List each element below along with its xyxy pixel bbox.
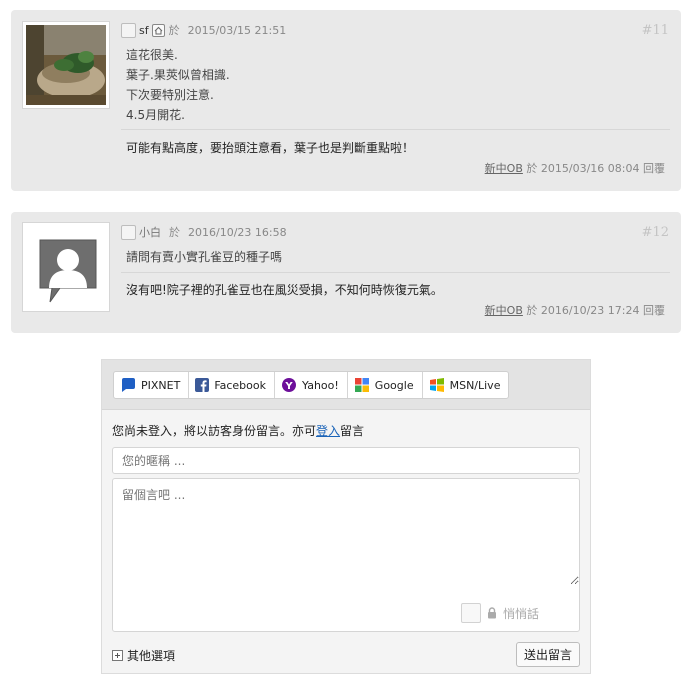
comment-body: 這花很美. 葉子.果莢似曾相識. 下次要特別注意. 4.5月開花. (126, 45, 230, 125)
lock-icon (487, 607, 497, 619)
reply-meta: 新中OB 於 2016/10/23 17:24 回覆 (485, 302, 665, 318)
message-textarea[interactable] (113, 479, 579, 585)
google-icon (354, 377, 370, 393)
comment-number[interactable]: #11 (642, 23, 669, 38)
plant-photo-image (26, 25, 106, 105)
reply-text: 沒有吧!院子裡的孔雀豆也在風災受損，不知何時恢復元氣。 (126, 283, 443, 297)
comment-12: 小白 於 2016/10/23 16:58 #12 請問有賣小實孔雀豆的種子嗎 … (11, 212, 681, 333)
tab-label: Google (374, 378, 414, 392)
login-providers: PIXNET Facebook Y Yahoo! Google MSN/Live (113, 371, 510, 399)
nickname-input[interactable] (112, 447, 580, 474)
preposition: 於 (169, 226, 180, 239)
home-icon[interactable] (151, 23, 165, 37)
login-link[interactable]: 登入 (316, 424, 340, 438)
yahoo-icon: Y (281, 377, 297, 393)
divider (121, 129, 670, 130)
tab-msn[interactable]: MSN/Live (423, 372, 509, 398)
svg-text:Y: Y (284, 381, 293, 392)
login-note-suffix: 留言 (340, 424, 365, 438)
tab-yahoo[interactable]: Y Yahoo! (275, 372, 348, 398)
comment-line: 下次要特別注意. (126, 88, 214, 102)
comment-meta: 小白 於 2016/10/23 16:58 (121, 224, 287, 240)
comment-11: sf 於 2015/03/15 21:51 #11 這花很美. 葉子.果莢似曾相… (11, 10, 681, 191)
comment-meta: sf 於 2015/03/15 21:51 (121, 22, 286, 38)
tab-facebook[interactable]: Facebook (189, 372, 275, 398)
comment-datetime: 2016/10/23 16:58 (188, 225, 287, 239)
comment-line: 葉子.果莢似曾相識. (126, 68, 230, 82)
reply-action[interactable]: 回覆 (643, 304, 665, 317)
reply-datetime: 2016/10/23 17:24 (540, 304, 640, 317)
pixnet-icon (120, 377, 136, 393)
comment-author[interactable]: sf (139, 24, 149, 37)
submit-button[interactable]: 送出留言 (515, 642, 580, 667)
default-avatar-icon (26, 226, 106, 308)
reply-action[interactable]: 回覆 (643, 162, 665, 175)
comment-datetime: 2015/03/15 21:51 (187, 23, 287, 37)
reply-datetime: 2015/03/16 08:04 (540, 162, 640, 175)
secret-checkbox[interactable] (460, 603, 481, 623)
tab-google[interactable]: Google (348, 372, 423, 398)
comment-line: 4.5月開花. (126, 108, 185, 122)
facebook-icon (195, 378, 210, 392)
secret-option: 悄悄話 (460, 603, 539, 623)
avatar[interactable] (22, 21, 110, 109)
comment-line: 請問有賣小實孔雀豆的種子嗎 (126, 250, 283, 264)
preposition: 於 (168, 24, 180, 37)
secret-label: 悄悄話 (502, 606, 539, 621)
reply-text: 可能有點高度，要抬頭注意看，葉子也是判斷重點啦！ (126, 141, 415, 155)
expand-plus-icon (112, 650, 123, 661)
comment-body: 請問有賣小實孔雀豆的種子嗎 (126, 247, 282, 267)
login-note: 您尚未登入，將以訪客身份留言。亦可登入留言 (112, 422, 364, 439)
reply-author[interactable]: 新中OB (485, 304, 523, 317)
divider (121, 272, 670, 273)
preposition: 於 (526, 162, 538, 175)
comment-author[interactable]: 小白 (139, 224, 161, 240)
comment-form: PIXNET Facebook Y Yahoo! Google MSN/Live… (101, 359, 591, 674)
tab-label: MSN/Live (449, 378, 501, 392)
msn-icon (429, 377, 445, 393)
more-options-label: 其他選項 (127, 649, 176, 663)
reply-author[interactable]: 新中OB (485, 162, 523, 175)
tab-label: Yahoo! (302, 378, 339, 392)
tab-label: PIXNET (141, 378, 181, 392)
select-checkbox[interactable] (121, 22, 136, 38)
preposition: 於 (526, 304, 538, 317)
tab-label: Facebook (214, 378, 266, 392)
avatar[interactable] (22, 222, 110, 312)
login-note-prefix: 您尚未登入，將以訪客身份留言。亦可 (112, 424, 317, 438)
more-options[interactable]: 其他選項 (112, 647, 175, 664)
tab-pixnet[interactable]: PIXNET (114, 372, 190, 398)
select-checkbox[interactable] (121, 224, 136, 240)
message-box: 悄悄話 (112, 478, 580, 632)
login-providers-bar: PIXNET Facebook Y Yahoo! Google MSN/Live (102, 360, 590, 410)
reply-meta: 新中OB 於 2015/03/16 08:04 回覆 (485, 160, 665, 176)
comment-number[interactable]: #12 (642, 225, 669, 240)
comment-line: 這花很美. (126, 48, 178, 62)
